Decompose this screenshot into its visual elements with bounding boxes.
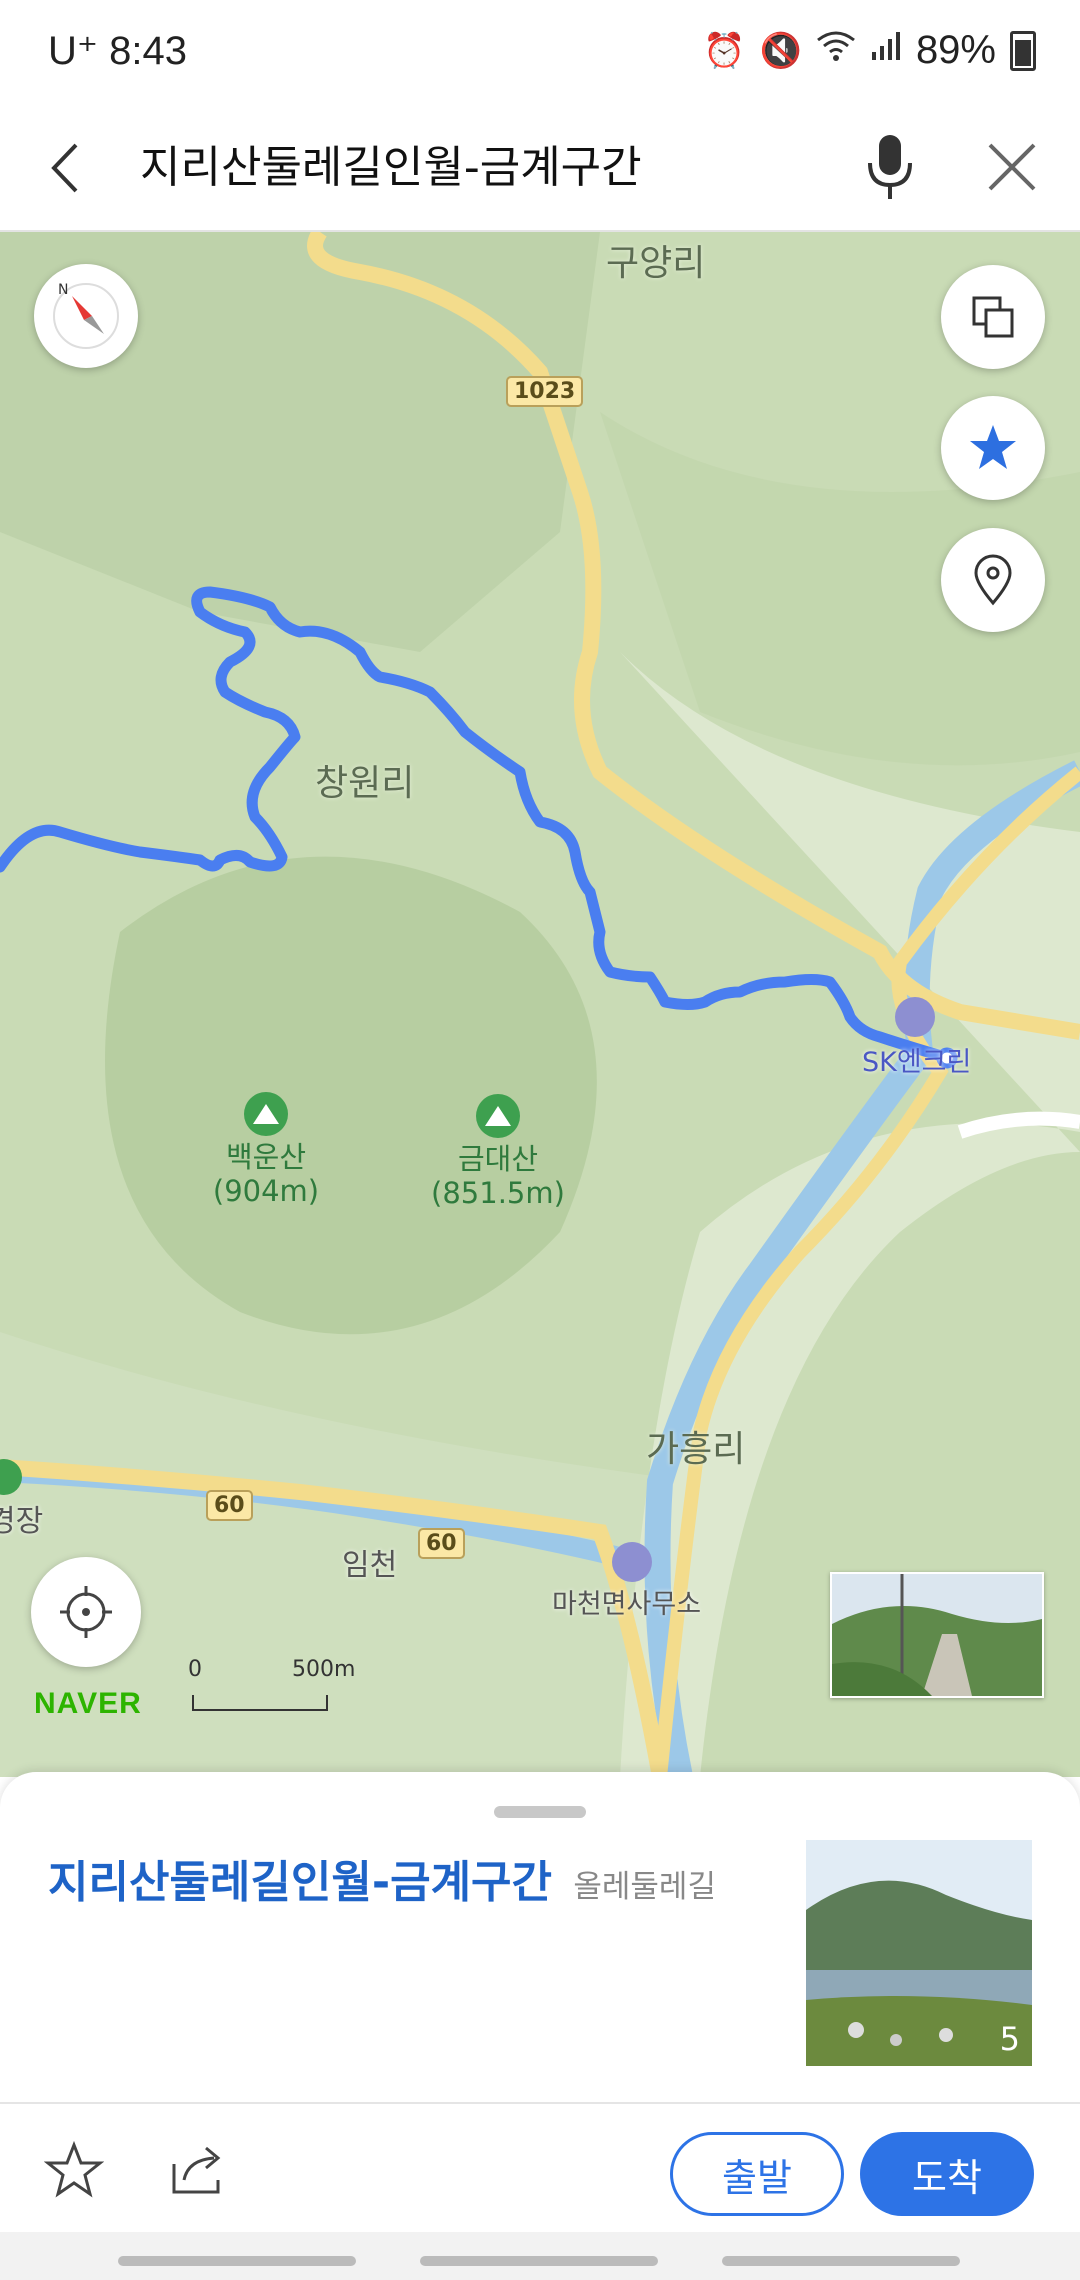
place-category: 올레둘레길 [573, 1869, 716, 1905]
scale-start: 0 [188, 1657, 202, 1682]
status-bar: U⁺ 8:43 ⏰ 🔇 89% [0, 0, 1080, 105]
gas-station-label[interactable]: SK엔크린 [862, 1040, 971, 1079]
microphone-icon [868, 135, 912, 199]
scale-bar [192, 1695, 328, 1711]
place-photo[interactable]: 5 [806, 1840, 1032, 2066]
action-bar: 출발 도착 [0, 2102, 1080, 2234]
arrive-button[interactable]: 도착 [860, 2132, 1034, 2216]
map-view[interactable]: 구양리 창원리 가흥리 임천 경장 1023 60 60 SK엔크린 마천면사무… [0, 232, 1080, 1777]
mountain-geumdae[interactable]: 금대산 (851.5m) [418, 1094, 578, 1210]
place-label-edge: 경장 [0, 1504, 44, 1539]
office-label[interactable]: 마천면사무소 [552, 1582, 701, 1621]
village-label-changwon: 창원리 [315, 763, 415, 804]
mountain-name: 금대산 [457, 1142, 539, 1176]
battery-percent: 89% [915, 28, 996, 72]
favorites-button[interactable] [941, 396, 1045, 500]
share-icon [172, 2146, 221, 2194]
nav-recents[interactable] [118, 2256, 356, 2266]
map-scale: 0 500m [188, 1657, 355, 1711]
map-pin-icon [974, 554, 1012, 606]
status-carrier-time: U⁺ 8:43 [48, 29, 187, 73]
place-label-imcheon: 임천 [342, 1548, 398, 1583]
my-location-button[interactable] [31, 1557, 141, 1667]
road-shield-60: 60 [206, 1490, 253, 1521]
mountain-icon [476, 1094, 520, 1138]
layers-button[interactable] [941, 265, 1045, 369]
sheet-drag-handle[interactable] [494, 1806, 586, 1818]
close-icon [988, 143, 1036, 191]
compass-icon: N [53, 282, 119, 349]
battery-icon [1010, 30, 1036, 71]
place-info-sheet[interactable]: 지리산둘레길인월-금계구간 올레둘레길 5 [0, 1772, 1080, 2102]
search-header: 지리산둘레길인월-금계구간 [0, 105, 1080, 232]
village-label-guyang: 구양리 [606, 243, 706, 284]
naver-logo: NAVER [34, 1687, 142, 1720]
mute-icon: 🔇 [759, 31, 802, 70]
mountain-name: 백운산 [225, 1140, 307, 1174]
back-button[interactable] [40, 133, 100, 203]
alarm-icon: ⏰ [703, 31, 746, 70]
village-label-gaheung: 가흥리 [646, 1429, 746, 1470]
chevron-left-icon [51, 143, 78, 193]
system-nav-bar [0, 2232, 1080, 2280]
road-shield-60-east: 60 [418, 1528, 465, 1559]
mountain-height: (904m) [212, 1174, 320, 1208]
mountain-height: (851.5m) [431, 1176, 565, 1210]
voice-search-button[interactable] [860, 127, 920, 207]
crosshair-icon [60, 1586, 112, 1638]
layers-icon [972, 296, 1014, 338]
wifi-icon [816, 30, 856, 71]
save-button[interactable] [43, 2140, 105, 2200]
clear-button[interactable] [976, 131, 1048, 203]
nav-back[interactable] [722, 2256, 960, 2266]
svg-text:N: N [58, 282, 68, 298]
mountain-icon [244, 1092, 288, 1136]
street-view-thumbnail[interactable] [830, 1572, 1044, 1698]
mountain-baegun[interactable]: 백운산 (904m) [186, 1092, 346, 1208]
share-button[interactable] [166, 2140, 226, 2200]
place-title[interactable]: 지리산둘레길인월-금계구간 [48, 1857, 552, 1908]
photo-count: 5 [999, 2020, 1020, 2058]
star-outline-icon [43, 2140, 105, 2198]
status-icons: ⏰ 🔇 89% [703, 28, 1036, 73]
compass-button[interactable]: N [34, 264, 138, 368]
scale-end: 500m [292, 1657, 356, 1682]
place-title-row[interactable]: 지리산둘레길인월-금계구간 올레둘레길 [48, 1846, 716, 1910]
star-icon [970, 425, 1016, 469]
search-query[interactable]: 지리산둘레길인월-금계구간 [140, 133, 642, 203]
map-canvas [0, 232, 1080, 1777]
street-photo [832, 1574, 1042, 1696]
depart-button[interactable]: 출발 [670, 2132, 844, 2216]
nav-home[interactable] [420, 2256, 658, 2266]
road-shield-1023: 1023 [506, 376, 584, 407]
location-pin-button[interactable] [941, 528, 1045, 632]
signal-icon [870, 30, 902, 71]
place-photo-image [806, 1840, 1032, 2066]
